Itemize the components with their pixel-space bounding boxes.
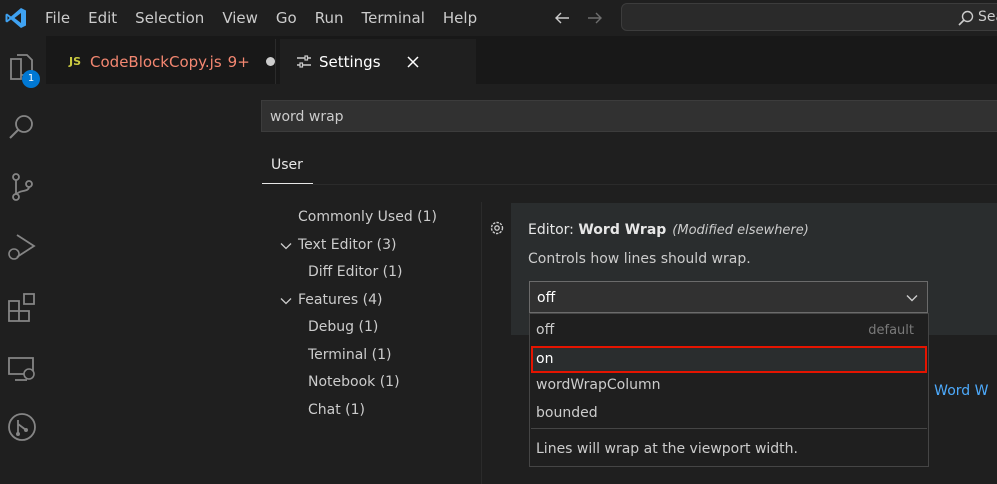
option-description: Lines will wrap at the viewport width. (536, 441, 798, 457)
setting-category: Editor: (528, 222, 579, 238)
activity-bar: 1 (0, 36, 46, 484)
settings-search-box (261, 100, 997, 132)
settings-sliders-icon (297, 54, 311, 68)
word-wrap-dropdown: off default on wordWrapColumn bounded Li… (529, 313, 929, 467)
tab-settings-label: Settings (319, 52, 381, 71)
command-center-text: Sea (978, 9, 997, 25)
toc-commonly-used[interactable]: Commonly Used (1) (298, 209, 437, 225)
option-label: bounded (536, 405, 598, 421)
search-icon[interactable] (5, 110, 39, 144)
option-label: on (536, 351, 554, 367)
search-icon (958, 10, 974, 26)
toc-text-editor[interactable]: Text Editor (3) (298, 237, 396, 253)
toc-notebook[interactable]: Notebook (1) (308, 374, 400, 390)
option-label: off (536, 322, 555, 338)
explorer-badge: 1 (22, 70, 40, 88)
toc-divider (481, 202, 482, 484)
tab-problem-count: 9+ (227, 52, 250, 71)
command-center-search[interactable]: Sea (621, 3, 997, 31)
tab-file-name: CodeBlockCopy.js (90, 52, 222, 71)
option-label: wordWrapColumn (536, 377, 661, 393)
gear-icon[interactable] (488, 219, 506, 237)
toc-features[interactable]: Features (4) (298, 292, 382, 308)
javascript-file-icon: JS (69, 55, 82, 68)
chevron-down-icon (906, 295, 918, 302)
partial-setting-link[interactable]: : Word W (925, 383, 988, 399)
unsaved-dot-icon[interactable] (265, 57, 275, 66)
word-wrap-title: Editor: Word Wrap (Modified elsewhere) (528, 222, 809, 238)
active-tab-indicator (262, 183, 313, 184)
toc-diff-editor[interactable]: Diff Editor (1) (308, 264, 402, 280)
title-bar: File Edit Selection View Go Run Terminal… (0, 0, 997, 36)
editor-tab-strip: JS CodeBlockCopy.js 9+ Settings (46, 36, 997, 84)
default-hint: default (868, 323, 914, 338)
menu-file[interactable]: File (45, 9, 70, 27)
option-on[interactable]: on (531, 346, 927, 373)
remote-explorer-icon[interactable] (5, 352, 39, 386)
menu-view[interactable]: View (222, 9, 258, 27)
toc-chat[interactable]: Chat (1) (308, 402, 365, 418)
source-control-icon[interactable] (5, 170, 39, 204)
tab-codeblockcopy[interactable]: JS CodeBlockCopy.js 9+ (52, 39, 276, 84)
word-wrap-select[interactable]: off (529, 281, 928, 313)
extensions-icon[interactable] (5, 290, 39, 324)
tab-user-settings[interactable]: User (271, 157, 303, 173)
menu-bar: File Edit Selection View Go Run Terminal… (45, 0, 495, 36)
menu-edit[interactable]: Edit (88, 9, 117, 27)
tab-settings[interactable]: Settings (280, 39, 476, 84)
git-graph-icon[interactable] (5, 410, 39, 444)
menu-terminal[interactable]: Terminal (362, 9, 425, 27)
menu-go[interactable]: Go (276, 9, 297, 27)
chevron-down-icon[interactable] (280, 295, 292, 307)
modified-elsewhere-link[interactable]: (Modified elsewhere) (672, 223, 809, 238)
settings-search-input[interactable] (270, 107, 970, 127)
toc-terminal[interactable]: Terminal (1) (308, 347, 391, 363)
forward-arrow-icon[interactable] (586, 9, 604, 27)
selected-value: off (537, 290, 556, 306)
close-icon[interactable] (407, 55, 419, 68)
setting-description: Controls how lines should wrap. (528, 251, 751, 267)
vscode-logo-icon (5, 8, 26, 28)
menu-help[interactable]: Help (443, 9, 477, 27)
run-debug-icon[interactable] (5, 230, 39, 264)
option-wordwrapcolumn[interactable]: wordWrapColumn (531, 372, 927, 399)
option-off[interactable]: off default (531, 317, 927, 344)
chevron-down-icon[interactable] (280, 240, 292, 252)
setting-name: Word Wrap (578, 222, 667, 238)
option-bounded[interactable]: bounded (531, 400, 927, 427)
dropdown-divider (531, 428, 927, 429)
menu-run[interactable]: Run (315, 9, 344, 27)
toc-debug[interactable]: Debug (1) (308, 319, 378, 335)
scope-divider (313, 184, 997, 185)
back-arrow-icon[interactable] (553, 9, 571, 27)
menu-selection[interactable]: Selection (135, 9, 204, 27)
